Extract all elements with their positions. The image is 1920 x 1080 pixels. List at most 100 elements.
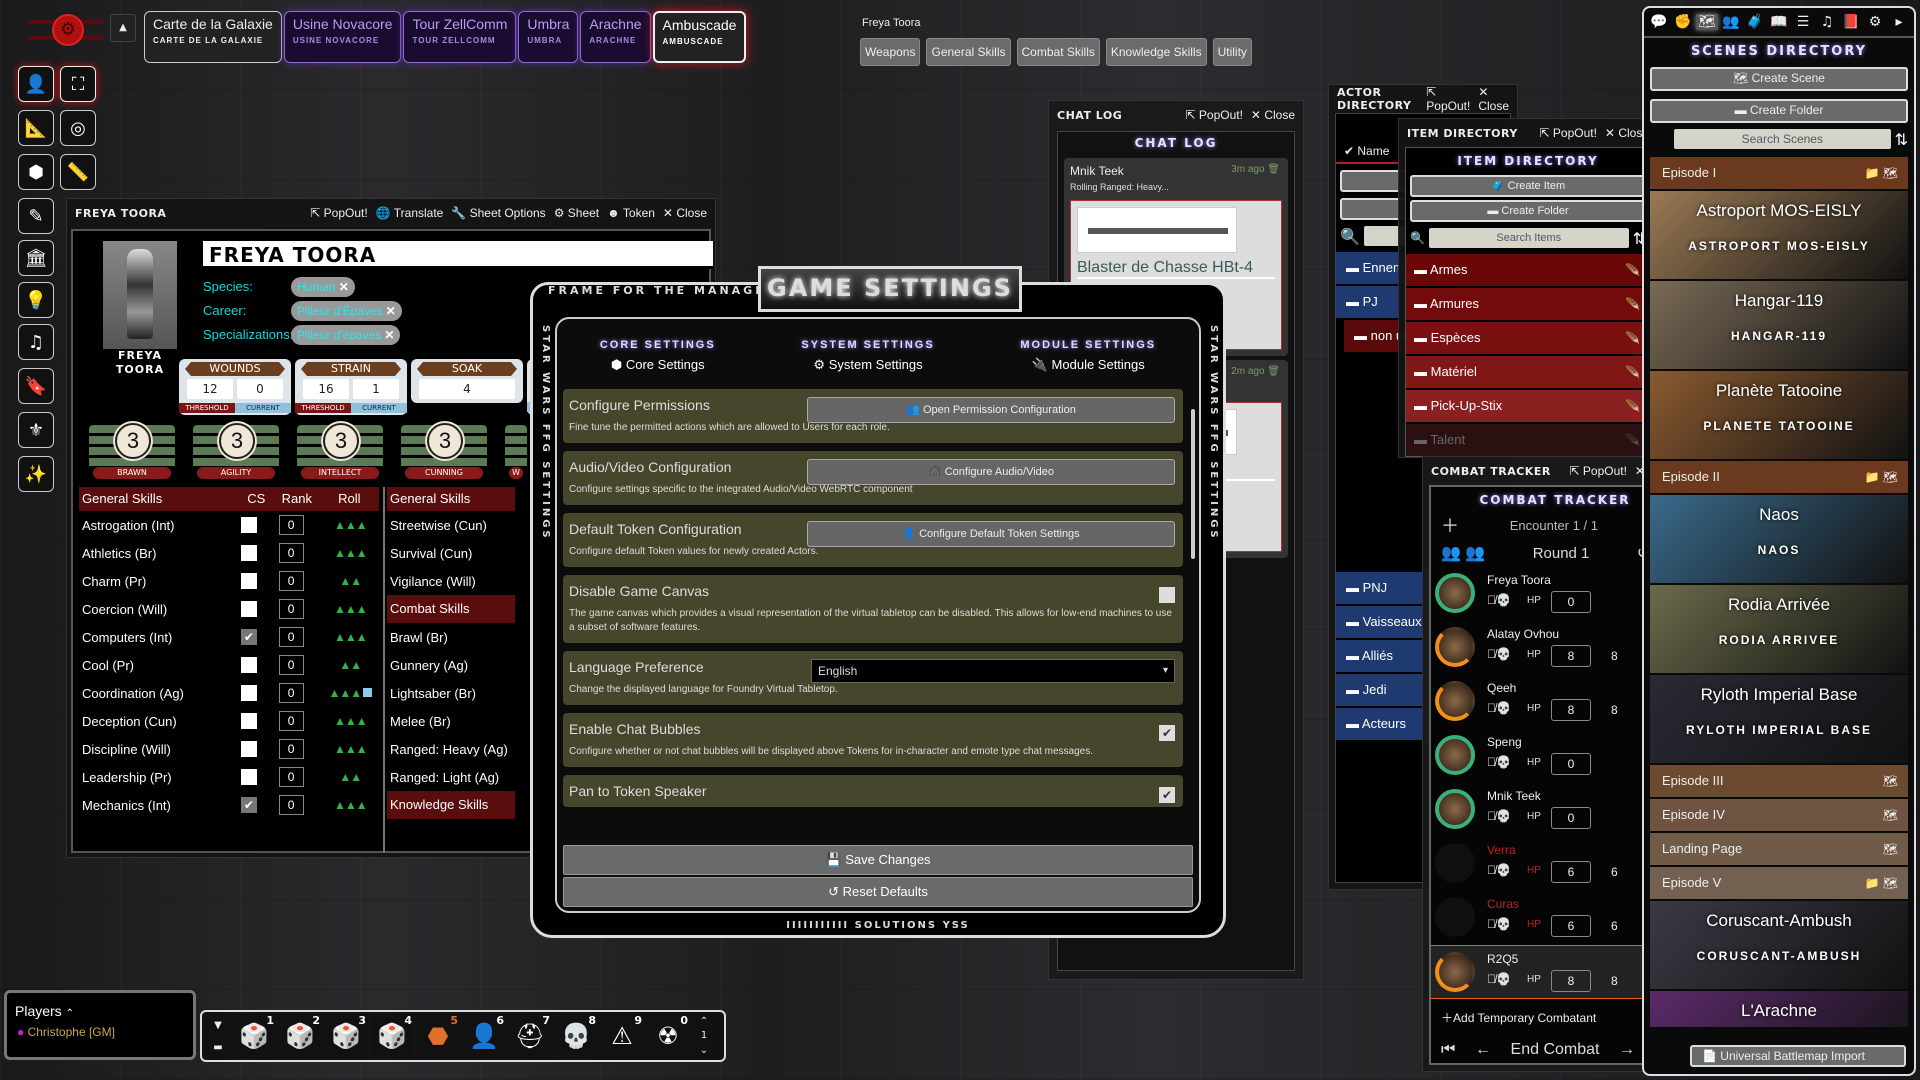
control-notes[interactable]: 🔖: [18, 368, 54, 404]
sheet-translatebutton[interactable]: 🌐 Translate: [376, 206, 444, 220]
macro-slot[interactable]: ⚠ 9: [600, 1014, 644, 1058]
settings-tab-module-settings[interactable]: MODULE SETTINGS 🔌 Module Settings: [1020, 339, 1156, 373]
item-folder[interactable]: ▬ Armes 🪶: [1406, 254, 1650, 286]
sidebar-tab-caret-right[interactable]: ▸: [1888, 14, 1910, 30]
items-popout-button[interactable]: ⇱ PopOut!: [1540, 126, 1597, 140]
skill-name[interactable]: Charm (Pr): [82, 574, 233, 589]
career-pill[interactable]: Pilleur d'Épaves ✕: [291, 301, 402, 321]
sheet-closebutton[interactable]: ✕ Close: [663, 206, 707, 220]
create-scene-button[interactable]: 🗺 Create Scene: [1650, 67, 1908, 91]
create-scene-icon[interactable]: 🗺: [1883, 808, 1898, 822]
career-skill-checkbox[interactable]: [241, 517, 257, 533]
skill-name[interactable]: Discipline (Will): [82, 742, 233, 757]
sidebar-tab-map[interactable]: 🗺: [1696, 14, 1718, 30]
macro-slot[interactable]: 🎲 2: [278, 1014, 322, 1058]
skill-name[interactable]: Astrogation (Int): [82, 518, 233, 533]
skill-name[interactable]: Coordination (Ag): [82, 686, 233, 701]
skill-name[interactable]: Mechanics (Int): [82, 798, 233, 813]
macro-slot[interactable]: 🎲 1: [232, 1014, 276, 1058]
settings-scrollbar[interactable]: [1191, 409, 1195, 559]
settings-tab-system-settings[interactable]: SYSTEM SETTINGS ⚙ System Settings: [801, 339, 934, 373]
remove-specialization-icon[interactable]: ✕: [384, 328, 394, 342]
setting-button[interactable]: 👤 Configure Default Token Settings: [807, 521, 1175, 547]
setting-button[interactable]: 👥 Open Permission Configuration: [807, 397, 1175, 423]
scene-tab[interactable]: Tour ZellComm TOUR ZELLCOMM: [403, 11, 517, 63]
end-combat-button[interactable]: End Combat: [1511, 1041, 1600, 1059]
strain-current[interactable]: 1: [353, 379, 399, 399]
chat-close-button[interactable]: ✕ Close: [1251, 108, 1295, 122]
macro-tab[interactable]: Weapons: [860, 38, 921, 66]
macro-tab[interactable]: Knowledge Skills: [1105, 38, 1207, 66]
characteristic-value[interactable]: 3: [115, 423, 151, 459]
scene-folder[interactable]: Episode I 📁 🗺: [1650, 157, 1908, 189]
skill-row[interactable]: Ranged: Light (Ag): [387, 763, 515, 791]
scene-tab[interactable]: Carte de la Galaxie CARTE DE LA GALAXIE: [144, 11, 282, 63]
next-turn-icon[interactable]: →: [1619, 1041, 1635, 1059]
toggle-visibility-icon[interactable]: 👁̸: [1487, 809, 1496, 823]
control-jedi[interactable]: ⚜: [18, 412, 54, 448]
skill-rank-input[interactable]: 0: [278, 683, 304, 703]
sidebar-tab-suitcase[interactable]: 🧳: [1744, 14, 1766, 30]
toggle-visibility-icon[interactable]: 👁̸: [1487, 755, 1496, 769]
control-token-controls[interactable]: 👤: [18, 66, 54, 102]
scene-entry[interactable]: Rodia Arrivée RODIA ARRIVEE: [1650, 585, 1908, 673]
career-skill-checkbox[interactable]: ✔: [241, 629, 257, 645]
dice-pool[interactable]: ▲▲▲: [322, 714, 379, 728]
characteristic-value[interactable]: 3: [219, 423, 255, 459]
create-encounter-icon[interactable]: ＋: [1441, 512, 1459, 538]
dice-pool[interactable]: ▲▲: [322, 770, 379, 784]
toggle-visibility-icon[interactable]: 👁̸: [1487, 863, 1496, 877]
toggle-defeated-icon[interactable]: 💀: [1496, 647, 1511, 661]
dice-pool[interactable]: ▲▲▲: [322, 602, 379, 616]
skill-rank-input[interactable]: 0: [278, 627, 304, 647]
toggle-visibility-icon[interactable]: 👁̸: [1487, 701, 1496, 715]
wounds-threshold[interactable]: 12: [187, 379, 233, 399]
actor-directory-header[interactable]: ACTOR DIRECTORY ⇱ PopOut! ✕ Close: [1329, 85, 1517, 113]
players-toggle[interactable]: Players ⌃: [7, 993, 193, 1023]
skill-name[interactable]: Athletics (Br): [82, 546, 233, 561]
character-name-input[interactable]: FREYA TOORA: [203, 241, 713, 269]
skill-row[interactable]: Ranged: Heavy (Ag): [387, 735, 515, 763]
sheet-sheet-optionsbutton[interactable]: 🔧 Sheet Options: [451, 206, 545, 220]
sheet-popout-button[interactable]: ⇱ PopOut!: [310, 206, 367, 220]
control-magic[interactable]: ✨: [18, 456, 54, 492]
setting-button[interactable]: 🎧 Configure Audio/Video: [807, 459, 1175, 485]
page-down-icon[interactable]: ⌄: [700, 1045, 708, 1056]
actors-popout-button[interactable]: ⇱ PopOut!: [1426, 85, 1470, 113]
scene-folder[interactable]: Episode III 🗺: [1650, 765, 1908, 797]
setting-checkbox[interactable]: ✔: [1159, 725, 1175, 741]
sort-icon[interactable]: ⇅: [1895, 130, 1908, 149]
skill-row[interactable]: Melee (Br): [387, 707, 515, 735]
scene-search-input[interactable]: Search Scenes: [1674, 129, 1891, 149]
scene-folder[interactable]: Episode II 📁 🗺: [1650, 461, 1908, 493]
career-skill-checkbox[interactable]: [241, 601, 257, 617]
skill-rank-input[interactable]: 0: [278, 571, 304, 591]
toggle-defeated-icon[interactable]: 💀: [1496, 972, 1511, 986]
scene-tab[interactable]: Umbra UMBRA: [518, 11, 579, 63]
create-folder-icon[interactable]: 📁: [1864, 166, 1882, 180]
sidebar-tab-book[interactable]: 📖: [1768, 14, 1790, 30]
career-skill-checkbox[interactable]: [241, 657, 257, 673]
scene-folder[interactable]: Episode V 📁 🗺: [1650, 867, 1908, 899]
skill-name[interactable]: Cool (Pr): [82, 658, 233, 673]
create-folder-icon[interactable]: 📁: [1864, 470, 1882, 484]
macro-slot[interactable]: ☢ 0: [646, 1014, 690, 1058]
scene-entry[interactable]: Hangar-119 HANGAR-119: [1650, 281, 1908, 369]
create-scene-icon[interactable]: 🗺: [1883, 166, 1898, 180]
skill-rank-input[interactable]: 0: [278, 543, 304, 563]
hp-input[interactable]: 8: [1551, 970, 1591, 992]
scene-tab[interactable]: Ambuscade AMBUSCADE: [652, 11, 747, 63]
portrait-image[interactable]: [103, 241, 177, 349]
specialization-pill[interactable]: Pilleur d'épaves ✕: [291, 325, 401, 345]
species-pill[interactable]: Human ✕: [291, 277, 355, 297]
skill-rank-input[interactable]: 0: [278, 711, 304, 731]
hp-input[interactable]: 0: [1551, 591, 1591, 613]
skill-rank-input[interactable]: 0: [278, 795, 304, 815]
item-folder[interactable]: ▬ Pick-Up-Stix 🪶: [1406, 390, 1650, 422]
wounds-current[interactable]: 0: [237, 379, 283, 399]
career-skill-checkbox[interactable]: ✔: [241, 797, 257, 813]
control-lighting[interactable]: 💡: [18, 282, 54, 318]
soak-value[interactable]: 4: [419, 379, 515, 399]
scene-entry[interactable]: Astroport MOS-EISLY ASTROPORT MOS-EISLY: [1650, 191, 1908, 279]
scene-tab[interactable]: Arachne ARACHNE: [580, 11, 651, 63]
